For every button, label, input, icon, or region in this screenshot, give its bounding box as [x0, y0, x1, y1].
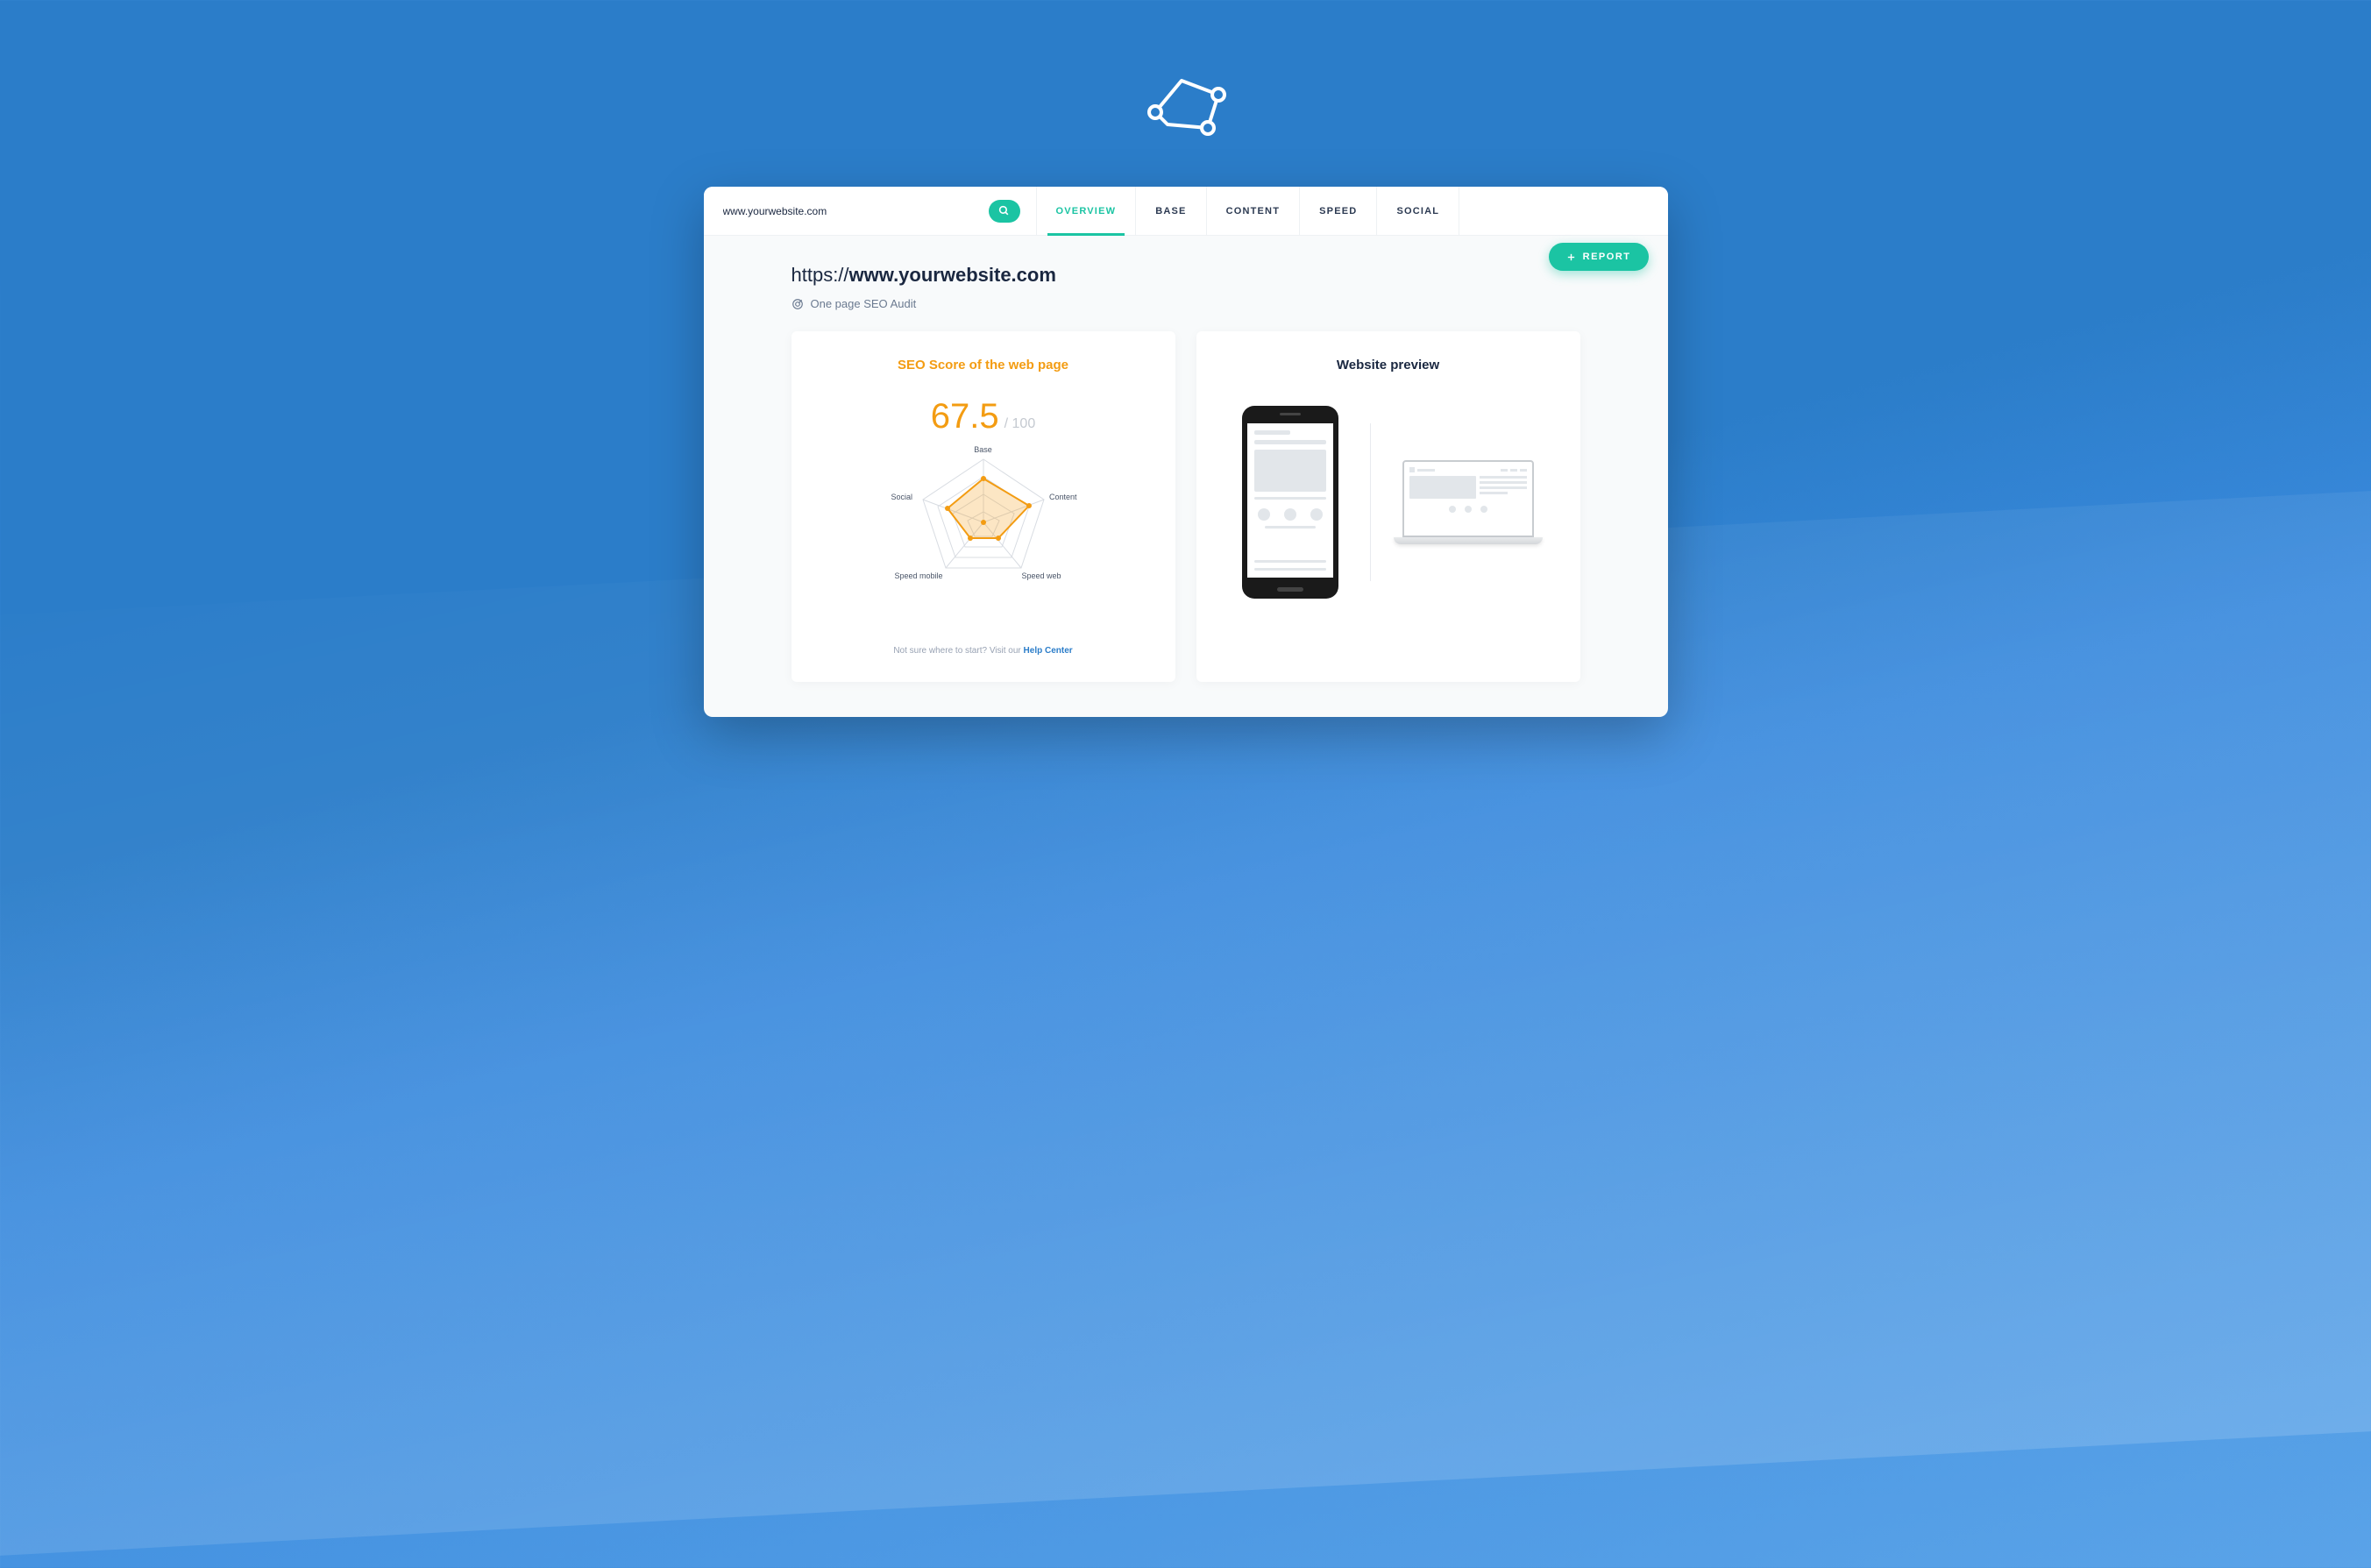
tab-overview[interactable]: OVERVIEW	[1037, 187, 1137, 235]
search-wrap	[704, 187, 1037, 235]
card-seo-score: SEO Score of the web page 67.5 / 100	[792, 331, 1175, 682]
search-icon	[998, 205, 1010, 216]
topbar: OVERVIEW BASE CONTENT SPEED SOCIAL	[704, 187, 1668, 236]
tab-label: CONTENT	[1226, 206, 1281, 216]
search-input[interactable]	[723, 205, 980, 217]
search-button[interactable]	[989, 200, 1020, 223]
phone-mockup	[1242, 406, 1338, 599]
card-title: SEO Score of the web page	[898, 358, 1068, 372]
score-row: 67.5 / 100	[931, 397, 1035, 436]
app-window: OVERVIEW BASE CONTENT SPEED SOCIAL REPOR…	[704, 187, 1668, 717]
tab-social[interactable]: SOCIAL	[1377, 187, 1459, 235]
subtitle-text: One page SEO Audit	[811, 297, 917, 310]
laptop-mockup	[1402, 460, 1534, 544]
page-domain: www.yourwebsite.com	[849, 264, 1056, 286]
radar-label-speedweb: Speed web	[1021, 571, 1061, 580]
divider	[1370, 423, 1371, 581]
subtitle-row: One page SEO Audit	[792, 297, 1580, 310]
tab-label: SPEED	[1319, 206, 1357, 216]
page-protocol: https://	[792, 264, 849, 286]
radar-label-social: Social	[891, 493, 913, 501]
tab-base[interactable]: BASE	[1136, 187, 1206, 235]
card-website-preview: Website preview	[1196, 331, 1580, 682]
tab-speed[interactable]: SPEED	[1300, 187, 1377, 235]
score-value: 67.5	[931, 397, 999, 436]
card-title: Website preview	[1337, 358, 1439, 372]
page-title: https://www.yourwebsite.com	[792, 264, 1580, 287]
tab-content[interactable]: CONTENT	[1207, 187, 1301, 235]
tab-label: SOCIAL	[1396, 206, 1439, 216]
help-center-link[interactable]: Help Center	[1024, 646, 1073, 656]
tabs: OVERVIEW BASE CONTENT SPEED SOCIAL	[1037, 187, 1460, 235]
target-icon	[792, 298, 804, 310]
radar-label-content: Content	[1049, 493, 1077, 501]
cards: SEO Score of the web page 67.5 / 100	[792, 331, 1580, 682]
tab-label: OVERVIEW	[1056, 206, 1117, 216]
radar-chart: Base Content Speed web Speed mobile Soci…	[900, 443, 1067, 584]
radar-label-base: Base	[974, 445, 992, 454]
preview-row	[1242, 406, 1534, 599]
tab-label: BASE	[1155, 206, 1186, 216]
help-text: Not sure where to start? Visit our	[893, 646, 1023, 656]
score-max: / 100	[1004, 416, 1036, 432]
app-logo	[1138, 70, 1234, 143]
radar-label-speedmobile: Speed mobile	[895, 571, 943, 580]
content: https://www.yourwebsite.com One page SEO…	[704, 236, 1668, 717]
help-row: Not sure where to start? Visit our Help …	[893, 646, 1072, 656]
